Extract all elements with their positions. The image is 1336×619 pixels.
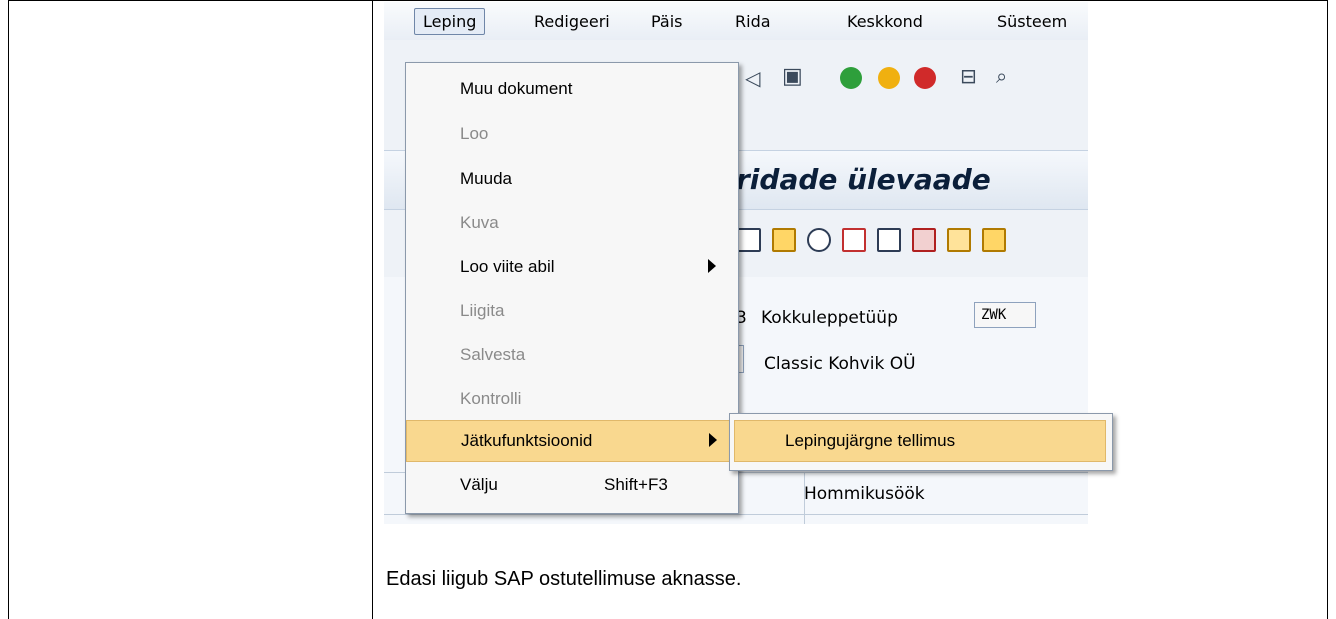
- grid-line: [384, 514, 1088, 515]
- menu-item-label: Liigita: [460, 301, 505, 320]
- menu-item-liigita: Liigita: [406, 291, 738, 333]
- menu-bar: Leping Redigeeri Päis Rida Keskkond Süst…: [384, 2, 1088, 40]
- menu-item-label: Muuda: [460, 169, 512, 188]
- submenu-item-label: Lepingujärgne tellimus: [785, 431, 956, 450]
- menu-keskkond[interactable]: Keskkond: [847, 12, 923, 31]
- menu-systeem[interactable]: Süsteem: [997, 12, 1067, 31]
- menu-item-loo-viite-abil[interactable]: Loo viite abil: [406, 247, 738, 289]
- submenu-arrow-icon: [709, 433, 717, 447]
- menu-redigeeri[interactable]: Redigeeri: [534, 12, 610, 31]
- save-icon[interactable]: ▣: [782, 64, 803, 89]
- menu-item-label: Kontrolli: [460, 389, 522, 408]
- menu-item-label: Salvesta: [460, 345, 526, 364]
- page-title: ridade ülevaade: [736, 163, 991, 196]
- menu-item-label: Jätkufunktsioonid: [461, 431, 593, 450]
- details-icon[interactable]: [982, 228, 1006, 252]
- overview-icon[interactable]: [772, 228, 796, 252]
- menu-leping[interactable]: Leping: [414, 8, 486, 35]
- menu-item-muuda[interactable]: Muuda: [406, 159, 738, 201]
- menu-item-label: Muu dokument: [460, 79, 573, 98]
- menu-item-salvesta: Salvesta: [406, 335, 738, 377]
- menu-item-muu-dokument[interactable]: Muu dokument: [406, 69, 738, 111]
- caption-text: Edasi liigub SAP ostutellimuse aknasse.: [386, 568, 742, 590]
- document-icon[interactable]: [737, 228, 761, 252]
- menu-item-jatkufunktsioonid[interactable]: Jätkufunktsioonid: [406, 420, 738, 462]
- menu-item-label: Kuva: [460, 213, 499, 232]
- cancel-icon[interactable]: [914, 67, 936, 89]
- leping-dropdown-menu: Muu dokument Loo Muuda Kuva Loo viite ab…: [405, 62, 739, 514]
- edit-icon[interactable]: [877, 228, 901, 252]
- menu-item-kuva: Kuva: [406, 203, 738, 245]
- back-icon[interactable]: [840, 67, 862, 89]
- search-icon[interactable]: [807, 228, 831, 252]
- submenu-item-lepingujargne-tellimus[interactable]: Lepingujärgne tellimus: [734, 420, 1106, 462]
- jatkufunktsioonid-submenu: Lepingujärgne tellimus: [729, 413, 1113, 471]
- menu-rida[interactable]: Rida: [735, 12, 771, 31]
- vendor-name: Classic Kohvik OÜ: [764, 354, 916, 374]
- menu-item-valju[interactable]: Välju Shift+F3: [406, 465, 738, 507]
- print-icon[interactable]: ⊟: [960, 64, 977, 88]
- conditions-icon[interactable]: [842, 228, 866, 252]
- item-short-text[interactable]: Hommikusöök: [804, 484, 925, 504]
- back-arrow-icon[interactable]: ◁: [745, 66, 760, 90]
- menu-item-label: Välju: [460, 475, 498, 494]
- menu-item-label: Loo: [460, 124, 489, 143]
- menu-pais[interactable]: Päis: [651, 12, 683, 31]
- find-icon[interactable]: ⌕: [996, 64, 1007, 88]
- menu-item-loo: Loo: [406, 114, 738, 156]
- delivery-icon[interactable]: [912, 228, 936, 252]
- agreement-type-field[interactable]: ZWK: [974, 302, 1036, 328]
- statistics-icon[interactable]: [947, 228, 971, 252]
- agreement-type-label: Kokkuleppetüüp: [761, 308, 898, 328]
- menu-item-kontrolli: Kontrolli: [406, 379, 738, 421]
- menu-item-label: Loo viite abil: [460, 257, 555, 276]
- exit-icon[interactable]: [878, 67, 900, 89]
- submenu-arrow-icon: [708, 259, 716, 273]
- table-column-divider: [372, 0, 373, 619]
- menu-item-shortcut: Shift+F3: [604, 475, 668, 494]
